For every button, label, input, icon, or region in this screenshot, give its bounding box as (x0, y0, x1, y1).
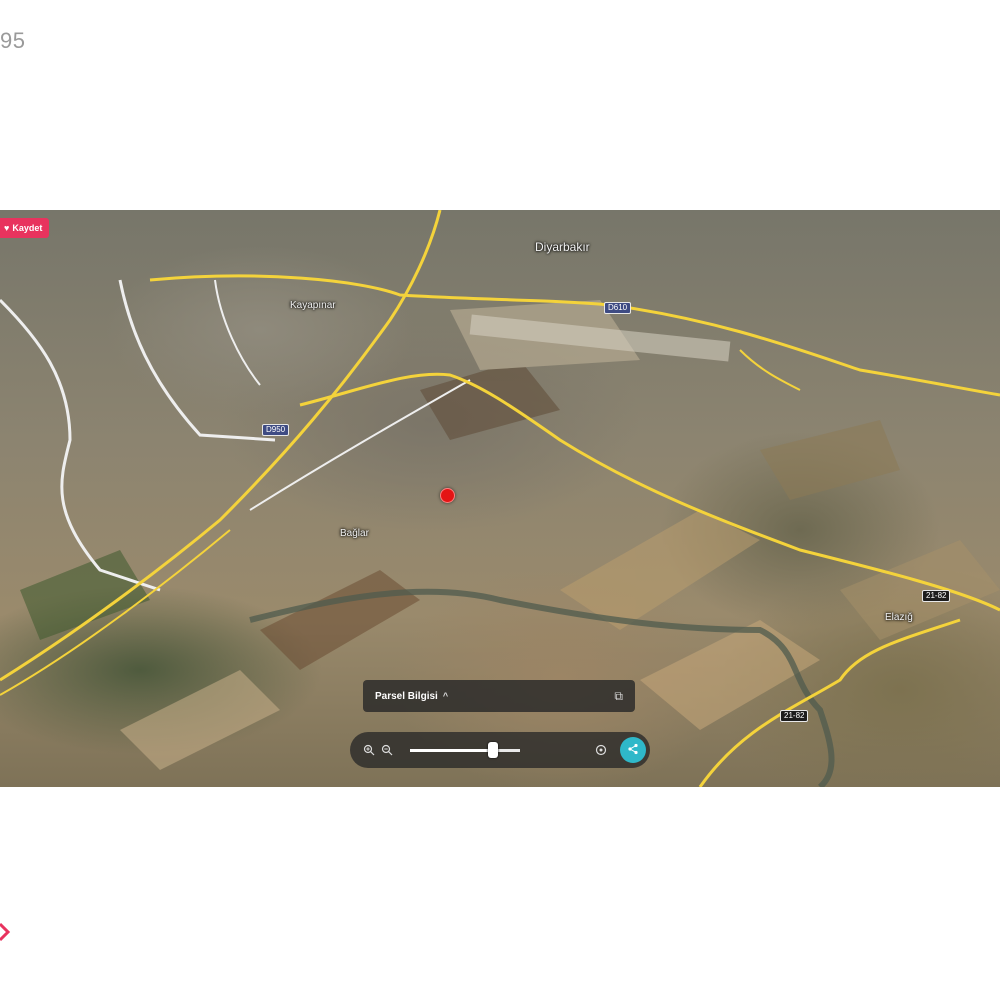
share-icon (627, 743, 639, 758)
map-label-district: Kayapınar (290, 300, 336, 311)
zoom-in-icon[interactable] (360, 741, 378, 759)
road-shield: 21-82 (780, 710, 809, 722)
compass-icon[interactable] (592, 741, 610, 759)
share-button[interactable] (620, 737, 646, 763)
road-shield: D950 (262, 424, 290, 436)
zoom-slider-thumb[interactable] (487, 741, 498, 758)
zoom-slider[interactable] (410, 741, 520, 758)
parcel-info-title: Parsel Bilgisi (375, 690, 438, 702)
chevron-up-icon: ^ (442, 691, 449, 701)
parcel-info-panel[interactable]: Parsel Bilgisi ^ ⧉ (363, 680, 635, 712)
location-pin[interactable] (440, 488, 455, 503)
road-shield: 21-82 (922, 590, 951, 602)
zoom-controls (350, 732, 650, 768)
save-label: Kaydet (12, 223, 43, 233)
zoom-out-icon[interactable] (378, 741, 396, 759)
brand-logo-icon (0, 922, 11, 942)
road-shield: D610 (604, 302, 632, 314)
corner-number: 95 (0, 28, 26, 53)
heart-icon: ♥ (4, 223, 10, 233)
map-label-district: Bağlar (340, 528, 369, 539)
map-label-city: Diyarbakır (535, 240, 590, 254)
map-label-district: Elazığ (885, 612, 913, 623)
copy-icon[interactable]: ⧉ (614, 689, 623, 704)
save-button[interactable]: ♥ Kaydet (0, 218, 50, 238)
satellite-map[interactable]: ♥ Kaydet Diyarbakır Kayapınar Bağlar Ela… (0, 210, 1000, 787)
zoom-slider-fill (410, 748, 493, 752)
